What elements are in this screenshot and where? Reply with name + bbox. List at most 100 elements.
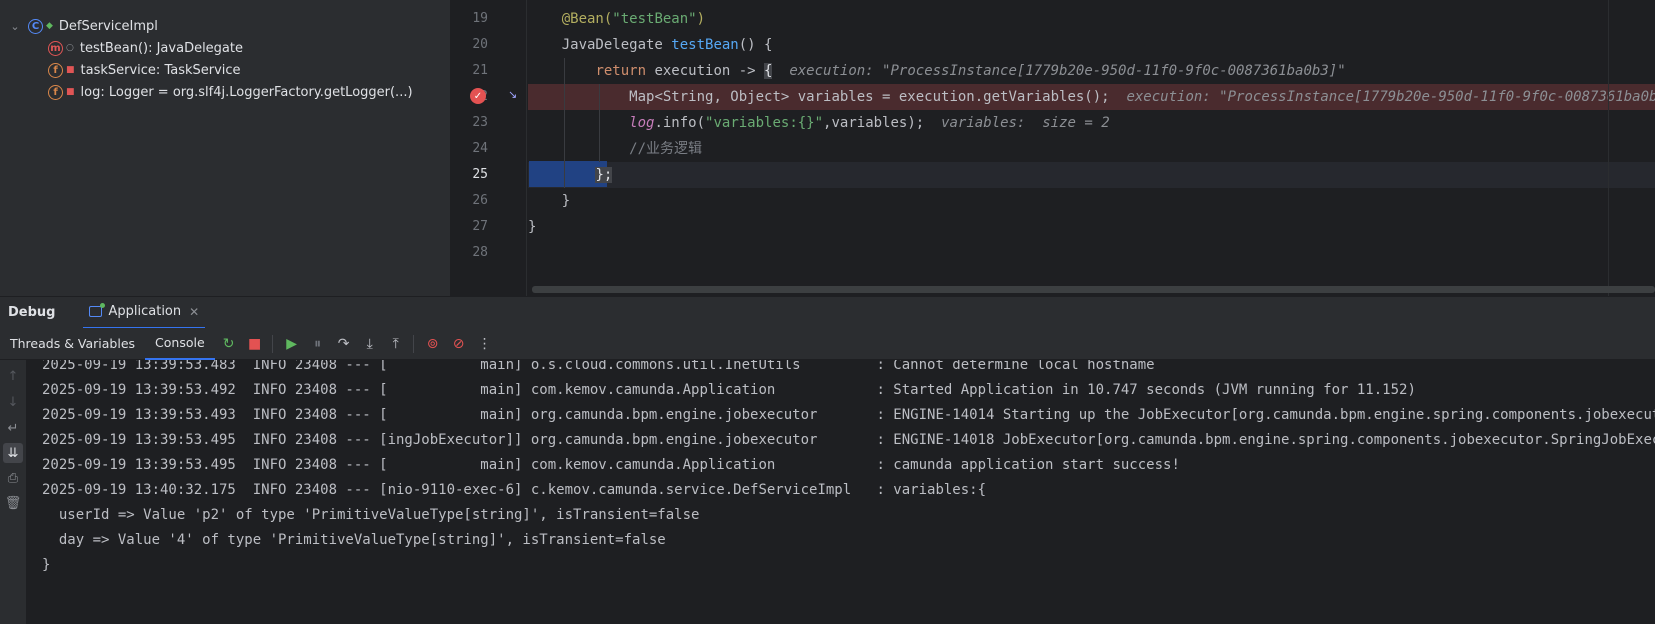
view-breakpoints-icon[interactable]: ⊚ — [421, 332, 445, 356]
breakpoint-icon[interactable]: ✓ — [470, 88, 486, 104]
line-number: 28 — [472, 245, 488, 260]
leaf-icon: ◆ — [46, 21, 53, 31]
tree-node-field[interactable]: f ■ log: Logger = org.slf4j.LoggerFactor… — [48, 81, 413, 103]
line-number: 27 — [472, 219, 488, 234]
console-line: 2025-09-19 13:39:53.493 INFO 23408 --- [… — [42, 407, 1655, 423]
line-number: 26 — [472, 193, 488, 208]
step-into-icon[interactable]: ⤓ — [358, 332, 382, 356]
editor-gutter[interactable]: 19 20 21 22 23 24 25 26 27 28 ✓ — [452, 0, 527, 296]
step-over-icon[interactable]: ↷ — [332, 332, 356, 356]
clear-all-icon[interactable]: 🗑 — [3, 493, 23, 513]
tab-label: Threads & Variables — [10, 336, 136, 351]
keyword: return — [595, 63, 655, 79]
code-line-21[interactable]: return execution -> { execution: "Proces… — [528, 58, 1655, 84]
tab-label: Application — [108, 304, 182, 319]
lock-icon: ■ — [66, 87, 75, 97]
line-number: 19 — [472, 11, 488, 26]
code-line-20[interactable]: JavaDelegate testBean() { — [528, 32, 1655, 58]
debug-title: Debug — [8, 305, 56, 320]
tab-threads-variables[interactable]: Threads & Variables — [0, 328, 145, 360]
code-text: () { — [738, 37, 773, 53]
pause-icon[interactable]: ⏸ — [306, 332, 330, 356]
code-line-27[interactable]: } — [528, 214, 1655, 240]
code-text: }; — [595, 167, 613, 183]
matched-brace: { — [764, 63, 773, 79]
field-icon: f — [48, 62, 63, 78]
code-line-26[interactable]: } — [528, 188, 1655, 214]
comment: //业务逻辑 — [629, 141, 703, 157]
right-margin-guide — [1608, 0, 1609, 296]
console-side-rail: ↑ ↓ ↵ ⇊ ⎙ 🗑 — [0, 360, 26, 624]
tree-node-class[interactable]: ⌄ C ◆ DefServiceImpl — [8, 15, 158, 37]
debug-header: Debug Application ✕ — [0, 296, 1655, 329]
execution-point-icon: ↘ — [508, 88, 518, 101]
annotation: @Bean( — [561, 11, 613, 27]
console-line: day => Value '4' of type 'PrimitiveValue… — [42, 532, 666, 548]
package-private-icon: ○ — [66, 43, 74, 53]
code-text: execution -> — [654, 63, 765, 79]
console-line: 2025-09-19 13:39:53.495 INFO 23408 --- [… — [42, 457, 1180, 473]
line-number: 25 — [472, 167, 488, 182]
code-line-25[interactable]: }; — [528, 162, 1655, 188]
scroll-up-icon[interactable]: ↑ — [3, 366, 23, 386]
member-label: taskService: TaskService — [80, 62, 241, 78]
code-line-24[interactable]: //业务逻辑 — [528, 136, 1655, 162]
annotation-close: ) — [696, 11, 706, 27]
chevron-down-icon[interactable]: ⌄ — [8, 20, 22, 33]
code-text: } — [528, 219, 537, 235]
member-label: log: Logger = org.slf4j.LoggerFactory.ge… — [80, 84, 413, 100]
close-icon[interactable]: ✕ — [189, 305, 199, 319]
console-line: 2025-09-19 13:39:53.483 INFO 23408 --- [… — [42, 360, 1155, 373]
console-line: } — [42, 557, 51, 573]
console-output[interactable]: 2025-09-19 13:39:53.483 INFO 23408 --- [… — [26, 360, 1655, 624]
code-line-19[interactable]: @Bean("testBean") — [528, 6, 1655, 32]
code-editor[interactable]: 19 20 21 22 23 24 25 26 27 28 ✓ ↘ @Bean(… — [452, 0, 1655, 296]
code-text: ,variables); — [823, 115, 925, 131]
print-icon[interactable]: ⎙ — [3, 468, 23, 488]
rerun-icon[interactable]: ↻ — [217, 332, 241, 356]
console-line: 2025-09-19 13:39:53.495 INFO 23408 --- [… — [42, 432, 1655, 448]
code-line-22[interactable]: Map<String, Object> variables = executio… — [528, 84, 1655, 110]
scroll-to-end-icon[interactable]: ⇊ — [3, 443, 23, 463]
debug-toolbar: Threads & Variables Console ↻ ■ ▶ ⏸ ↷ ⤓ … — [0, 328, 1655, 360]
inline-debug-value[interactable]: execution: "ProcessInstance[1779b20e-950… — [1126, 89, 1655, 105]
inline-debug-value[interactable]: execution: "ProcessInstance[1779b20e-950… — [789, 63, 1345, 79]
separator — [271, 334, 273, 353]
string-literal: "testBean" — [612, 11, 697, 27]
tab-label: Console — [155, 335, 205, 350]
type-name: JavaDelegate — [561, 37, 672, 53]
member-label: testBean(): JavaDelegate — [79, 40, 243, 56]
tab-application[interactable]: Application ✕ — [83, 297, 206, 329]
application-icon — [89, 303, 106, 317]
console-line: 2025-09-19 13:40:32.175 INFO 23408 --- [… — [42, 482, 987, 498]
static-field: log — [629, 115, 655, 131]
method-icon: m — [48, 40, 63, 56]
code-text: .info( — [654, 115, 706, 131]
field-icon: f — [48, 84, 63, 100]
line-number: 21 — [472, 63, 488, 78]
console-line: userId => Value 'p2' of type 'PrimitiveV… — [42, 507, 700, 523]
line-number: 20 — [472, 37, 488, 52]
mute-breakpoints-icon[interactable]: ⊘ — [447, 332, 471, 356]
soft-wrap-icon[interactable]: ↵ — [3, 418, 23, 438]
lock-icon: ■ — [66, 65, 75, 75]
code-text: } — [561, 193, 571, 209]
more-options-icon[interactable]: ⋮ — [473, 332, 497, 356]
code-text: Map<String, Object> variables = executio… — [629, 89, 1110, 105]
stop-icon[interactable]: ■ — [243, 332, 267, 356]
tree-node-field[interactable]: f ■ taskService: TaskService — [48, 59, 241, 81]
string-literal: "variables:{}" — [705, 115, 824, 131]
horizontal-scrollbar[interactable] — [532, 286, 1655, 293]
step-out-icon[interactable]: ⤒ — [384, 332, 408, 356]
console-line: 2025-09-19 13:39:53.492 INFO 23408 --- [… — [42, 382, 1416, 398]
inline-debug-value[interactable]: variables: size = 2 — [941, 115, 1110, 131]
code-line-23[interactable]: log.info("variables:{}",variables); vari… — [528, 110, 1655, 136]
line-number: 23 — [472, 115, 488, 130]
tab-console[interactable]: Console — [145, 328, 215, 360]
method-name: testBean — [671, 37, 739, 53]
line-number: 24 — [472, 141, 488, 156]
class-name: DefServiceImpl — [58, 18, 158, 34]
scroll-down-icon[interactable]: ↓ — [3, 392, 23, 412]
resume-icon[interactable]: ▶ — [280, 332, 304, 356]
tree-node-method[interactable]: m ○ testBean(): JavaDelegate — [48, 37, 243, 59]
